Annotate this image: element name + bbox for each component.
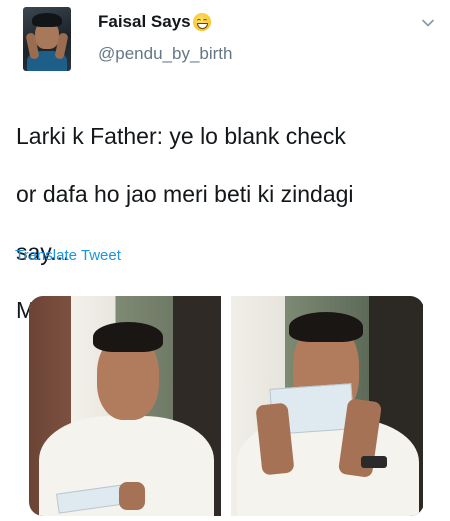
grinning-face-with-smiling-eyes-icon	[192, 13, 211, 31]
avatar[interactable]	[23, 7, 71, 71]
media-photo[interactable]	[231, 296, 423, 516]
author-name-row: Faisal Says	[98, 12, 211, 32]
display-name[interactable]: Faisal Says	[98, 12, 191, 32]
media-photo[interactable]	[29, 296, 221, 516]
chevron-down-icon[interactable]	[421, 16, 435, 30]
tweet-media-grid	[29, 296, 424, 516]
username-handle[interactable]: @pendu_by_birth	[98, 44, 232, 64]
tweet-text-line: or dafa ho jao meri beti ki zindagi	[16, 181, 354, 207]
translate-tweet-link[interactable]: Translate Tweet	[15, 247, 121, 264]
tweet-text-line: Larki k Father: ye lo blank check	[16, 123, 346, 149]
